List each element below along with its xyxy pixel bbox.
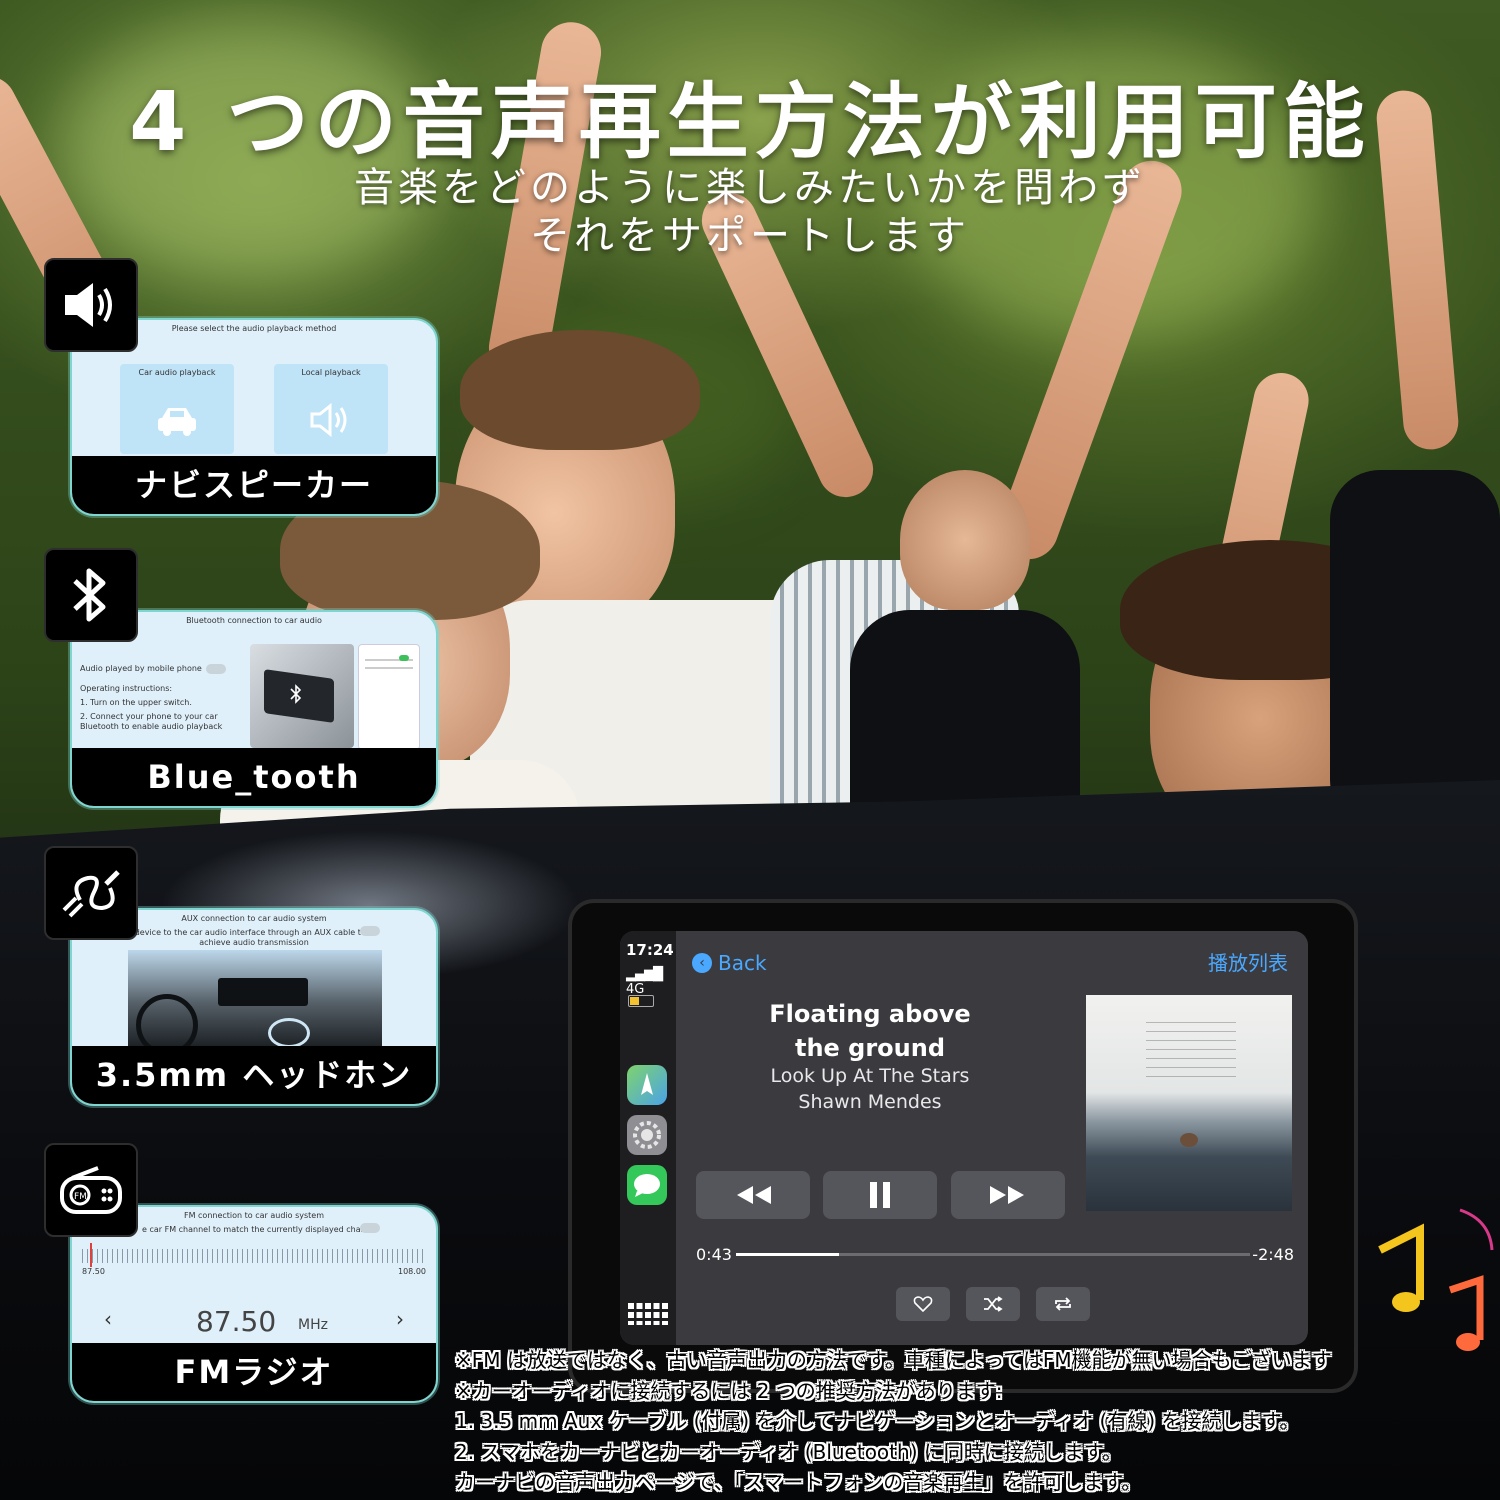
car-icon [158, 408, 196, 436]
instruction-step-2b: Bluetooth to enable audio playback [80, 722, 223, 731]
repeat-icon [1055, 1297, 1071, 1311]
local-playback-label: Local playback [301, 368, 361, 377]
bluetooth-badge [44, 548, 138, 642]
favorite-button[interactable] [896, 1287, 950, 1321]
battery-icon [628, 995, 654, 1007]
shuffle-icon [984, 1296, 1003, 1312]
fm-tuner-needle[interactable] [90, 1243, 92, 1267]
local-playback-option[interactable]: Local playback [274, 364, 388, 454]
speaker-icon [65, 283, 112, 327]
fm-prev-button[interactable]: ‹ [104, 1307, 112, 1331]
fm-next-button[interactable]: › [396, 1307, 404, 1331]
repeat-button[interactable] [1036, 1287, 1090, 1321]
car-dashboard-illustration [128, 950, 382, 1056]
shuffle-button[interactable] [966, 1287, 1020, 1321]
navi-speaker-label: ナビスピーカー [72, 456, 436, 514]
aux-toggle[interactable] [360, 926, 380, 936]
subtitle-line-2: それをサポートします [530, 213, 970, 259]
pause-button[interactable] [823, 1171, 937, 1219]
bluetooth-label: Blue_tooth [72, 748, 436, 806]
aux-badge [44, 846, 138, 940]
instruction-step-2: 2. Connect your phone to your car [80, 712, 218, 721]
progress-track[interactable] [736, 1253, 1250, 1256]
speaker-icon [310, 402, 347, 438]
carplay-sidebar: 17:24 ▂▄▆█ 4G [620, 931, 676, 1345]
carplay-device: 17:24 ▂▄▆█ 4G ‹ Back 播放列表 Floating above… [572, 903, 1354, 1389]
back-chevron-icon: ‹ [692, 953, 712, 973]
speaker-badge [44, 258, 138, 352]
svg-text:FM: FM [74, 1192, 87, 1202]
mobile-audio-toggle-label: Audio played by mobile phone [80, 664, 202, 673]
back-button[interactable]: ‹ Back [692, 951, 767, 975]
music-notes-icon [1378, 1208, 1494, 1351]
heart-icon [913, 1296, 933, 1313]
track-title-line-1: Floating above [769, 1000, 971, 1028]
fm-toggle[interactable] [360, 1223, 380, 1233]
fm-unit: MHz [298, 1317, 328, 1333]
fm-tuner-scale[interactable] [82, 1249, 426, 1263]
rewind-button[interactable] [696, 1171, 810, 1219]
now-playing-screen: 17:24 ▂▄▆█ 4G ‹ Back 播放列表 Floating above… [620, 931, 1308, 1345]
album-artwork [1086, 995, 1292, 1211]
instructions-heading: Operating instructions: [80, 684, 173, 693]
fm-description: e car FM channel to match the currently … [142, 1225, 378, 1234]
maps-app-icon[interactable] [627, 1065, 667, 1105]
app-grid-icon[interactable] [628, 1303, 668, 1325]
album-name: Look Up At The Stars [770, 1065, 970, 1087]
mobile-audio-toggle[interactable] [206, 664, 226, 674]
bluetooth-icon [73, 568, 106, 622]
phone-settings-illustration [358, 644, 420, 750]
aux-description-1: s device to the car audio interface thro… [128, 928, 366, 937]
track-title-line-2: the ground [794, 1034, 946, 1062]
note-line-3: 1. 3.5 mm Aux ケーブル (付属) を介してナビゲーションとオーディ… [455, 1409, 1300, 1433]
aux-cable-icon [62, 870, 120, 918]
remaining-time: -2:48 [1252, 1245, 1294, 1264]
car-screen-illustration [250, 644, 354, 748]
fast-forward-button[interactable] [951, 1171, 1065, 1219]
instruction-step-1: 1. Turn on the upper switch. [80, 698, 192, 707]
back-label: Back [718, 951, 767, 975]
artist-name: Shawn Mendes [798, 1091, 942, 1113]
fm-range-max: 108.00 [398, 1267, 426, 1276]
note-line-2: ※カーオーディオに接続するには 2 つの推奨方法があります: [455, 1378, 1003, 1403]
status-time: 17:24 [626, 941, 674, 959]
note-line-1: ※FM は放送ではなく、古い音声出力の方法です。車種によってはFM機能が無い場合… [455, 1348, 1332, 1372]
fm-label: FMラジオ [72, 1343, 436, 1401]
pause-icon [870, 1182, 890, 1208]
rewind-icon [737, 1186, 771, 1204]
note-line-5: カーナビの音声出力ページで、「スマートフォンの音楽再生」を許可します。 [455, 1470, 1142, 1494]
fm-range-min: 87.50 [82, 1267, 105, 1276]
radio-badge: FM [44, 1143, 138, 1237]
progress-fill [736, 1253, 839, 1256]
status-network: ▂▄▆█ 4G [626, 967, 676, 997]
bluetooth-icon [290, 684, 302, 704]
settings-app-icon[interactable] [627, 1115, 667, 1155]
aux-label: 3.5mm ヘッドホン [72, 1046, 436, 1104]
car-audio-option-label: Car audio playback [138, 368, 216, 377]
playlist-button[interactable]: 播放列表 [1208, 947, 1288, 976]
fm-frequency: 87.50 [196, 1305, 277, 1338]
elapsed-time: 0:43 [696, 1245, 732, 1264]
fast-forward-icon [990, 1186, 1024, 1204]
footnotes: ※FM は放送ではなく、古い音声出力の方法です。車種によってはFM機能が無い場合… [455, 1345, 1332, 1498]
radio-icon: FM [60, 1166, 122, 1214]
signal-icon: ▂▄▆█ [626, 967, 663, 982]
car-audio-playback-option[interactable]: Car audio playback [120, 364, 234, 454]
messages-app-icon[interactable] [627, 1165, 667, 1205]
note-line-4: 2. スマホをカーナビとカーオーディオ (Bluetooth) に同時に接続しま… [455, 1439, 1122, 1464]
